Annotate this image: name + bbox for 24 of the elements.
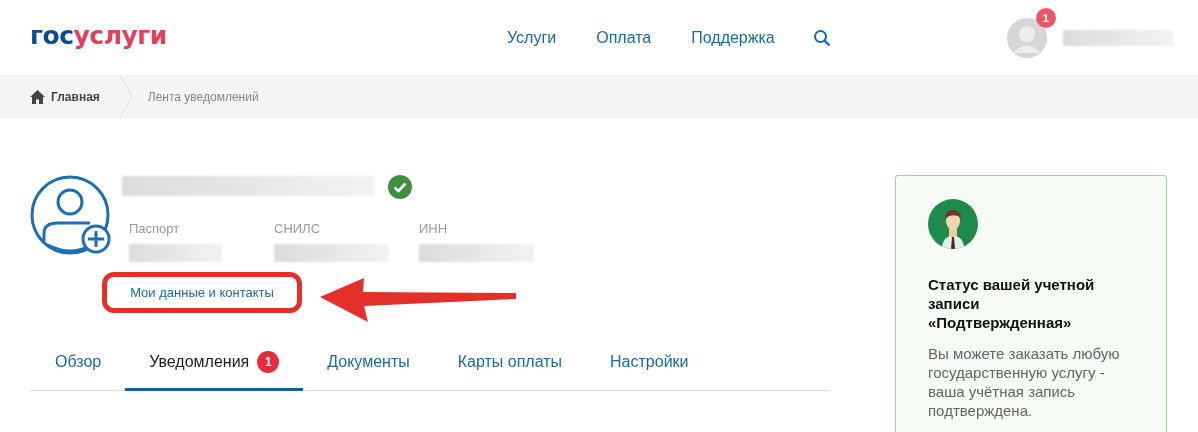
profile-avatar-icon[interactable] (30, 175, 112, 257)
nav-link[interactable]: Поддержка (691, 28, 775, 47)
tab[interactable]: Настройки (586, 343, 713, 391)
breadcrumb[interactable]: Главная (30, 89, 120, 104)
tab-badge: 1 (257, 351, 280, 373)
home-icon (30, 89, 45, 104)
notification-badge: 1 (1035, 7, 1056, 28)
logo[interactable]: госуслуги (30, 21, 185, 50)
document-label: ИНН (419, 221, 449, 236)
nav-link[interactable]: Оплата (596, 28, 652, 47)
breadcrumb[interactable]: Лента уведомлений (147, 89, 259, 104)
tab[interactable]: Документы (303, 343, 434, 391)
my-data-link[interactable]: Мои данные и контакты (130, 285, 274, 300)
document-label: СНИЛС (274, 221, 322, 236)
document-label: Паспорт (129, 221, 181, 236)
nav-link[interactable]: Услуги (507, 28, 557, 47)
tab[interactable]: Карты оплаты (433, 343, 587, 391)
search-icon[interactable] (812, 28, 831, 47)
tab[interactable]: Уведомления 1 (125, 343, 304, 391)
tab[interactable]: Обзор (30, 343, 126, 391)
user-avatar-icon (928, 199, 978, 249)
breadcrumb-separator (119, 75, 134, 118)
status-text: Вы можете заказать любую государственную услугу - ваша учётная запись подтверждена. (928, 344, 1121, 420)
status-title: Статус вашей учетной записи «Подтвержденная» (928, 275, 1096, 332)
